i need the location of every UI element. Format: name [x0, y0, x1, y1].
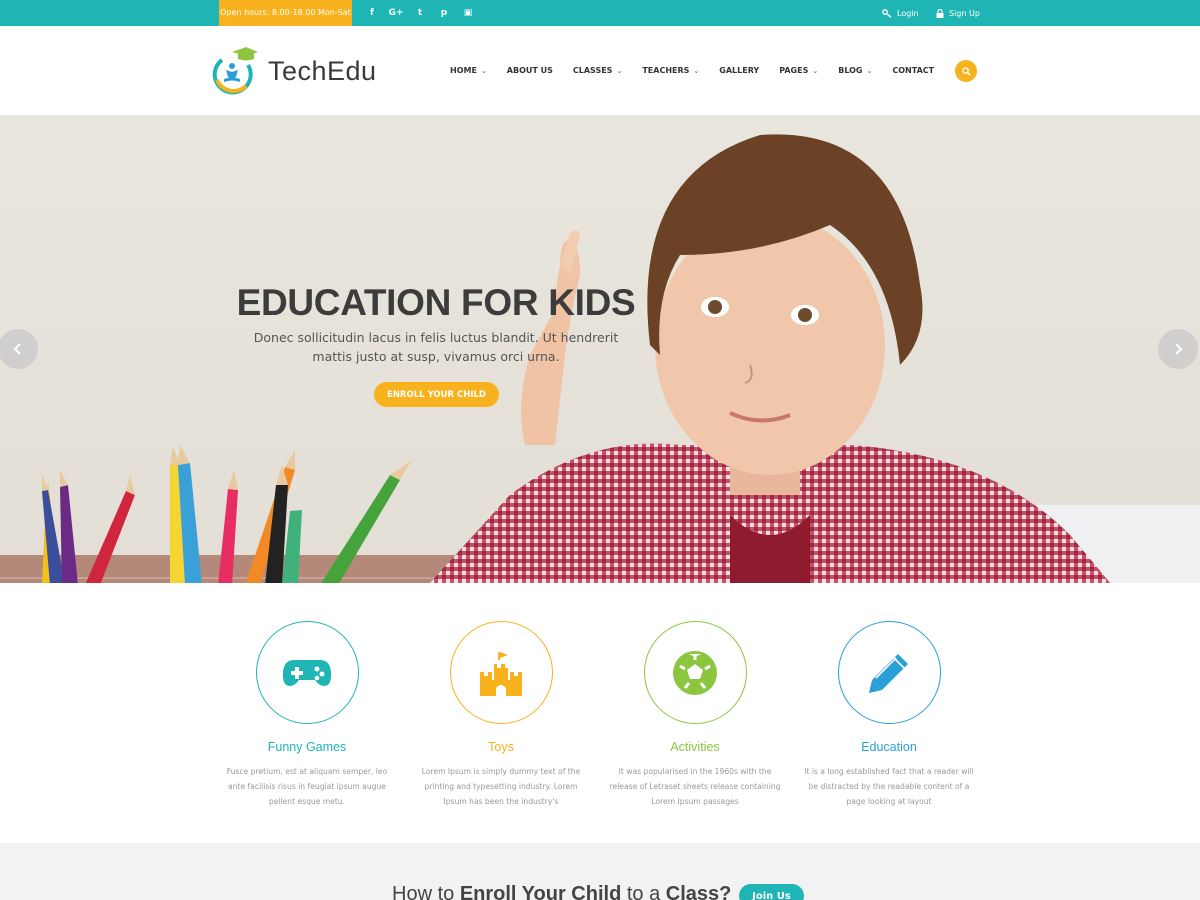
nav-classes[interactable]: CLASSES ⌄: [563, 66, 632, 75]
nav-contact[interactable]: CONTACT: [882, 66, 944, 75]
top-bar: Open hours: 8.00-18.00 Mon-Sat f G+ t p …: [0, 0, 1200, 26]
nav-pages[interactable]: PAGES ⌄: [769, 66, 828, 75]
twitter-icon[interactable]: t: [408, 0, 432, 26]
login-label: Login: [897, 8, 919, 18]
key-icon: [882, 8, 892, 18]
feature-icon-circle[interactable]: [255, 621, 359, 724]
nav-about-label: ABOUT US: [506, 66, 553, 75]
feature-description: It is a long established fact that a rea…: [804, 767, 974, 806]
feature-description: Lorem Ipsum is simply dummy text of the …: [421, 767, 581, 806]
facebook-icon[interactable]: f: [360, 0, 384, 26]
logo[interactable]: TechEdu: [208, 46, 377, 96]
castle-icon: [480, 651, 522, 696]
feature-title[interactable]: Funny Games: [217, 740, 397, 754]
logo-icon: [212, 47, 258, 95]
chevron-right-icon: [1175, 343, 1183, 355]
nav-about-us[interactable]: ABOUT US: [497, 66, 563, 75]
enroll-child-button[interactable]: ENROLL YOUR CHILD: [374, 382, 499, 407]
hero-title: EDUCATION FOR KIDS: [236, 282, 636, 323]
hero-subtitle: Donec sollicitudin lacus in felis luctus…: [253, 330, 619, 364]
chevron-down-icon: ⌄: [812, 66, 819, 75]
nav-gallery-label: GALLERY: [719, 66, 760, 75]
search-button[interactable]: [955, 60, 977, 82]
feature-title[interactable]: Activities: [605, 740, 785, 754]
social-links: f G+ t p ▣: [360, 0, 480, 26]
nav-blog[interactable]: BLOG ⌄: [828, 66, 882, 75]
chevron-down-icon: ⌄: [480, 66, 487, 75]
signup-label: Sign Up: [949, 8, 980, 18]
chevron-left-icon: [13, 343, 21, 355]
enroll-heading: How to Enroll Your Child to a Class?: [392, 883, 731, 900]
login-link[interactable]: Login: [882, 0, 919, 26]
feature-description: It was popularised in the 1960s with the…: [609, 767, 781, 806]
nav-home-label: HOME: [450, 66, 477, 75]
enroll-banner: How to Enroll Your Child to a Class? Joi…: [0, 843, 1200, 900]
enroll-text-part: How to: [392, 883, 460, 900]
feature-activities: Activities It was popularised in the 196…: [605, 621, 785, 809]
feature-toys: Toys Lorem Ipsum is simply dummy text of…: [411, 621, 591, 809]
nav-gallery[interactable]: GALLERY: [709, 66, 769, 75]
slider-next-button[interactable]: [1158, 329, 1198, 369]
feature-icon-circle[interactable]: [449, 621, 553, 724]
google-plus-icon[interactable]: G+: [384, 0, 408, 26]
instagram-icon[interactable]: ▣: [456, 0, 480, 26]
nav-teachers-label: TEACHERS: [642, 66, 690, 75]
feature-icon-circle[interactable]: [643, 621, 747, 724]
site-header: TechEdu HOME ⌄ ABOUT US CLASSES ⌄ TEACHERS…: [0, 26, 1200, 115]
logo-text: TechEdu: [268, 55, 377, 86]
search-icon: [961, 66, 971, 76]
opening-hours: Open hours: 8.00-18.00 Mon-Sat: [219, 0, 352, 26]
feature-icon-circle[interactable]: [837, 621, 941, 724]
colored-pencils-image: [42, 445, 412, 583]
gamepad-icon: [282, 659, 332, 686]
nav-contact-label: CONTACT: [892, 66, 935, 75]
enroll-text-part: to a: [621, 883, 666, 900]
nav-classes-label: CLASSES: [572, 66, 613, 75]
signup-link[interactable]: Sign Up: [936, 0, 980, 26]
enroll-text-bold: Class?: [665, 883, 732, 900]
feature-education: Education It is a long established fact …: [799, 621, 979, 809]
chevron-down-icon: ⌄: [616, 66, 623, 75]
pinterest-icon[interactable]: p: [432, 0, 456, 26]
chevron-down-icon: ⌄: [866, 66, 873, 75]
main-nav: HOME ⌄ ABOUT US CLASSES ⌄ TEACHERS ⌄ GALLER…: [440, 26, 944, 115]
feature-title[interactable]: Toys: [411, 740, 591, 754]
nav-home[interactable]: HOME ⌄: [440, 66, 497, 75]
feature-funny-games: Funny Games Fusce pretium, est at aliqua…: [217, 621, 397, 809]
feature-description: Fusce pretium, est at aliquam semper, le…: [226, 767, 388, 806]
pencil-icon: [869, 653, 908, 693]
nav-pages-label: PAGES: [779, 66, 809, 75]
lock-icon: [936, 8, 944, 18]
soccer-ball-icon: [673, 650, 717, 695]
join-us-button[interactable]: Join Us: [739, 884, 804, 900]
enroll-text-bold: Enroll Your Child: [459, 883, 622, 900]
hero-slider: EDUCATION FOR KIDS Donec sollicitudin la…: [0, 115, 1200, 583]
feature-title[interactable]: Education: [799, 740, 979, 754]
chevron-down-icon: ⌄: [693, 66, 700, 75]
nav-teachers[interactable]: TEACHERS ⌄: [632, 66, 709, 75]
nav-blog-label: BLOG: [838, 66, 863, 75]
